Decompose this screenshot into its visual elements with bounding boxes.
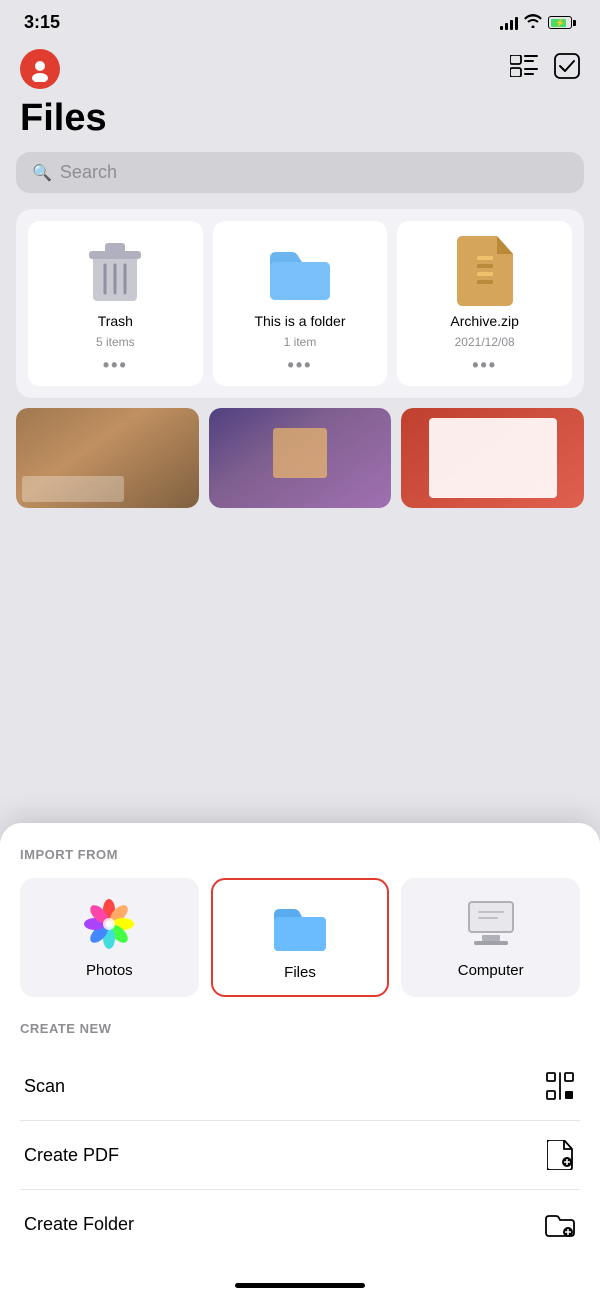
create-scan[interactable]: Scan (20, 1052, 580, 1121)
create-section-label: CREATE NEW (20, 1021, 580, 1036)
folder-label: Create Folder (24, 1214, 134, 1235)
app-logo[interactable] (20, 49, 60, 89)
file-meta-folder: 1 item (284, 335, 317, 349)
file-item-trash[interactable]: Trash 5 items ••• (28, 221, 203, 386)
file-meta-archive: 2021/12/08 (455, 335, 515, 349)
header-actions (510, 53, 580, 85)
checkbox-icon[interactable] (554, 53, 580, 85)
import-options: Photos Files (20, 878, 580, 997)
file-item-folder[interactable]: This is a folder 1 item ••• (213, 221, 388, 386)
file-name-trash: Trash (98, 313, 133, 329)
file-image-grid (16, 408, 584, 508)
page-title: Files (0, 93, 600, 152)
wifi-icon (524, 14, 542, 31)
signal-icon (500, 16, 518, 30)
scan-label: Scan (24, 1076, 65, 1097)
pdf-icon (544, 1139, 576, 1171)
file-name-folder: This is a folder (254, 313, 345, 329)
scan-icon (544, 1070, 576, 1102)
home-indicator (235, 1283, 365, 1288)
files-label: Files (284, 964, 316, 981)
import-section-label: IMPORT FROM (20, 847, 580, 862)
status-bar: 3:15 ⚡ (0, 0, 600, 41)
files-folder-icon (272, 898, 328, 954)
file-img-item-3[interactable] (401, 408, 584, 508)
photos-label: Photos (86, 962, 133, 979)
file-more-archive[interactable]: ••• (472, 355, 497, 376)
battery-icon: ⚡ (548, 16, 576, 29)
file-more-trash[interactable]: ••• (103, 355, 128, 376)
file-grid: Trash 5 items ••• This is a folder 1 ite… (16, 209, 584, 398)
trash-icon (79, 235, 151, 307)
search-icon: 🔍 (32, 163, 52, 183)
status-icons: ⚡ (500, 14, 576, 31)
search-placeholder: Search (60, 162, 117, 183)
folder-new-icon (544, 1208, 576, 1240)
computer-label: Computer (458, 962, 524, 979)
create-new-section: Scan Create PDF (20, 1052, 580, 1258)
pdf-label: Create PDF (24, 1145, 119, 1166)
import-files[interactable]: Files (211, 878, 390, 997)
file-img-item-1[interactable] (16, 408, 199, 508)
folder-icon (264, 235, 336, 307)
file-item-archive[interactable]: Archive.zip 2021/12/08 ••• (397, 221, 572, 386)
file-meta-trash: 5 items (96, 335, 135, 349)
status-time: 3:15 (24, 12, 60, 33)
create-pdf[interactable]: Create PDF (20, 1121, 580, 1190)
search-bar[interactable]: 🔍 Search (16, 152, 584, 193)
app-header (0, 41, 600, 93)
photos-icon (81, 896, 137, 952)
file-name-archive: Archive.zip (450, 313, 518, 329)
file-more-folder[interactable]: ••• (288, 355, 313, 376)
file-img-item-2[interactable] (209, 408, 392, 508)
bottom-sheet: IMPORT FROM (0, 823, 600, 1298)
import-photos[interactable]: Photos (20, 878, 199, 997)
computer-icon (463, 896, 519, 952)
list-view-icon[interactable] (510, 55, 538, 83)
zip-icon (449, 235, 521, 307)
create-folder[interactable]: Create Folder (20, 1190, 580, 1258)
import-computer[interactable]: Computer (401, 878, 580, 997)
